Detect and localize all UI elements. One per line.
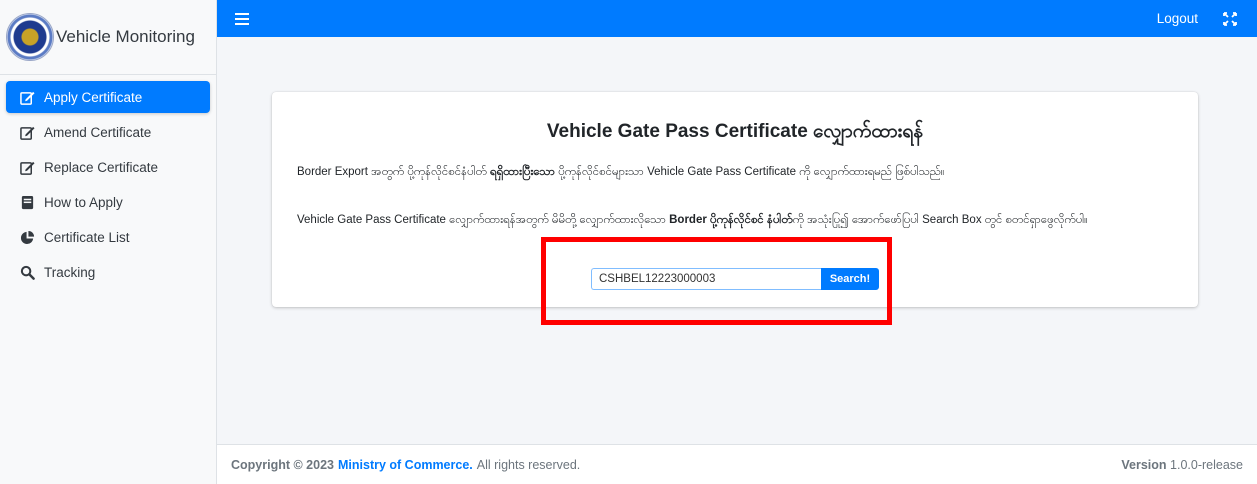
sidebar-item-apply-certificate[interactable]: Apply Certificate [6, 81, 210, 113]
version-info: Version 1.0.0-release [1121, 458, 1243, 472]
instruction-paragraph-1: Border Export အတွက် ပို့ကုန်လိုင်စင်နံပါ… [297, 164, 1178, 180]
edit-icon [19, 159, 35, 175]
instruction-emphasis: Border ပို့ကုန်လိုင်စင် နံပါတ် [669, 214, 793, 226]
instruction-text: Vehicle Gate Pass Certificate လျှောက်ထား… [297, 214, 670, 226]
sidebar-item-label: Replace Certificate [44, 159, 159, 175]
edit-icon [19, 124, 35, 140]
instruction-text: ပို့ကုန်လိုင်စင်များသာ Vehicle Gate Pass… [555, 166, 945, 178]
search-icon [19, 264, 35, 280]
version-value: 1.0.0-release [1170, 457, 1243, 472]
sidebar-item-amend-certificate[interactable]: Amend Certificate [6, 116, 210, 148]
sidebar-item-label: Apply Certificate [44, 89, 143, 105]
version-label: Version [1121, 457, 1167, 472]
instruction-emphasis: ရရှိထားပြီးသော [490, 166, 556, 178]
sidebar-item-label: How to Apply [44, 194, 123, 210]
footer: Copyright © 2023 Ministry of Commerce. A… [217, 444, 1257, 484]
rights-text: All rights reserved. [476, 457, 581, 472]
page-title: Vehicle Gate Pass Certificate လျှောက်ထား… [546, 121, 924, 142]
copyright-label: Copyright © 2023 [231, 457, 334, 472]
sidebar-item-label: Amend Certificate [44, 124, 152, 140]
instruction-paragraph-2: Vehicle Gate Pass Certificate လျှောက်ထား… [297, 210, 1178, 230]
instruction-text: Border Export အတွက် ပို့ကုန်လိုင်စင်နံပါ… [297, 166, 491, 178]
sidebar-item-label: Certificate List [44, 229, 130, 245]
sidebar: Vehicle Monitoring Apply Certificate Ame… [0, 0, 217, 484]
ministry-link[interactable]: Ministry of Commerce. [338, 458, 473, 472]
book-icon [19, 194, 35, 210]
pie-chart-icon [19, 229, 35, 245]
instruction-text: ကို အသုံးပြု၍ အောက်ဖော်ပြပါ Search Box တ… [792, 214, 1088, 226]
menu-toggle-icon[interactable] [235, 12, 249, 25]
sidebar-nav: Apply Certificate Amend Certificate Repl… [0, 75, 216, 288]
top-navbar: Logout [217, 0, 1257, 37]
annotation-highlight-box [541, 237, 892, 325]
sidebar-item-replace-certificate[interactable]: Replace Certificate [6, 151, 210, 183]
logout-link[interactable]: Logout [1157, 11, 1198, 26]
sidebar-item-how-to-apply[interactable]: How to Apply [6, 186, 210, 218]
ministry-logo [6, 13, 54, 61]
brand-title: Vehicle Monitoring [56, 27, 195, 46]
sidebar-item-tracking[interactable]: Tracking [6, 256, 210, 288]
sidebar-item-certificate-list[interactable]: Certificate List [6, 221, 210, 253]
sidebar-item-label: Tracking [44, 264, 96, 280]
edit-icon [19, 89, 35, 105]
fullscreen-icon[interactable] [1223, 11, 1237, 26]
brand[interactable]: Vehicle Monitoring [0, 0, 216, 75]
